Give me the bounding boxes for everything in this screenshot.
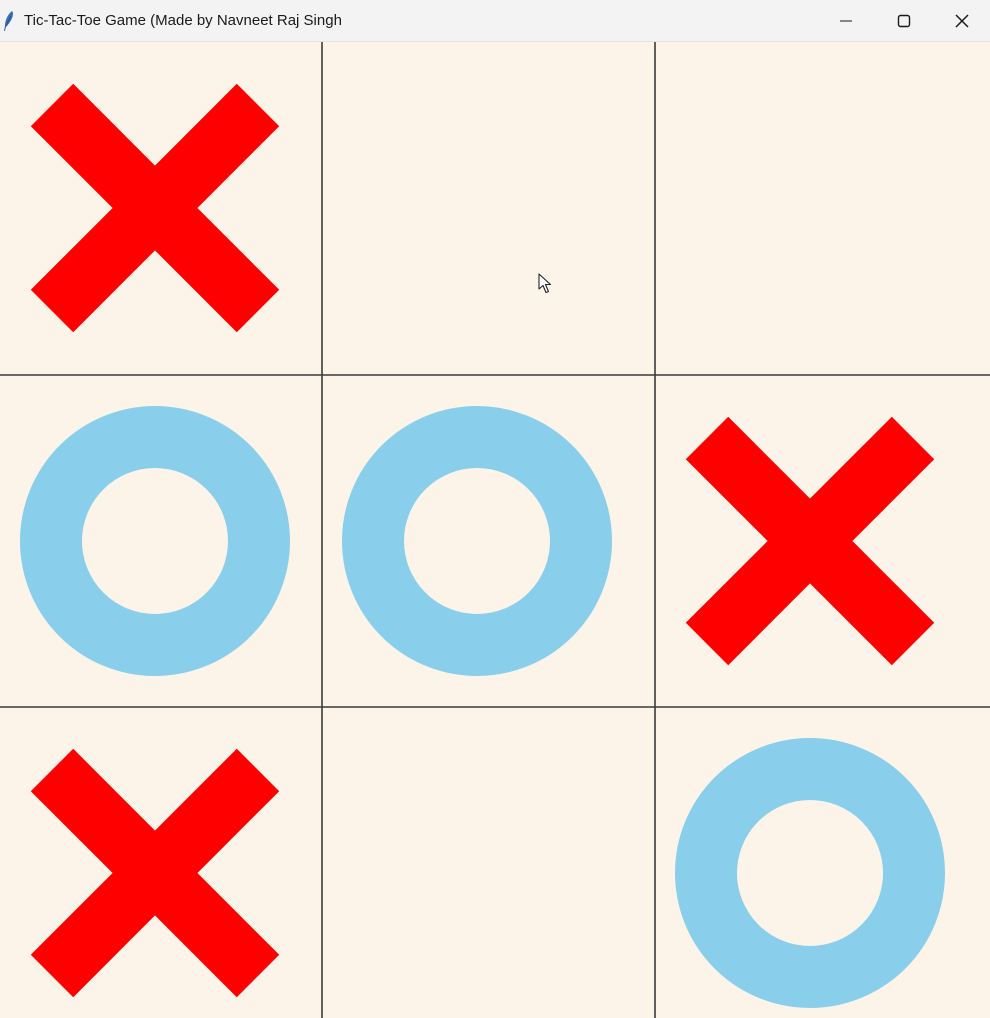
maximize-button[interactable]: [875, 0, 933, 42]
x-mark: [685, 416, 935, 666]
feather-icon: [2, 10, 16, 32]
minimize-button[interactable]: [817, 0, 875, 42]
close-icon: [955, 14, 969, 28]
minimize-icon: [840, 20, 852, 22]
window-title: Tic-Tac-Toe Game (Made by Navneet Raj Si…: [24, 12, 342, 29]
o-mark: [20, 406, 290, 676]
close-button[interactable]: [933, 0, 990, 42]
o-mark: [342, 406, 612, 676]
board-cell-r1-c2[interactable]: [322, 42, 655, 375]
board-cell-r3-c1[interactable]: [0, 707, 322, 1018]
game-board: [0, 42, 990, 1018]
board-cell-r3-c3[interactable]: [655, 707, 990, 1018]
board-cell-r2-c1[interactable]: [0, 375, 322, 707]
board-cell-r2-c2[interactable]: [322, 375, 655, 707]
maximize-icon: [897, 14, 911, 28]
board-cell-r3-c2[interactable]: [322, 707, 655, 1018]
board-cell-r1-c1[interactable]: [0, 42, 322, 375]
board-cell-r2-c3[interactable]: [655, 375, 990, 707]
board-cell-r1-c3[interactable]: [655, 42, 990, 375]
o-mark-ring: [675, 738, 945, 1008]
o-mark-ring: [342, 406, 612, 676]
x-mark: [30, 748, 280, 998]
title-bar: Tic-Tac-Toe Game (Made by Navneet Raj Si…: [0, 0, 990, 42]
o-mark-ring: [20, 406, 290, 676]
game-window: Tic-Tac-Toe Game (Made by Navneet Raj Si…: [0, 0, 990, 1018]
o-mark: [675, 738, 945, 1008]
x-mark: [30, 83, 280, 333]
